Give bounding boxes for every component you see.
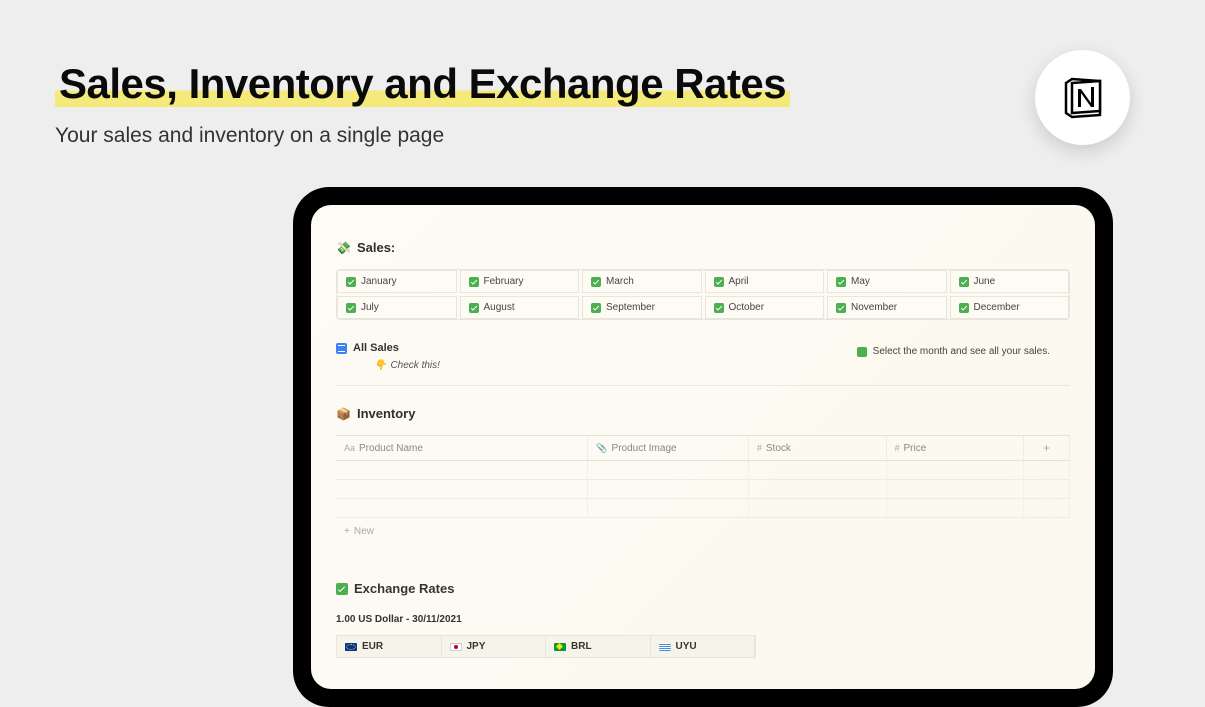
currency-label: UYU xyxy=(676,641,697,652)
table-row[interactable] xyxy=(336,480,1070,499)
inventory-table: Aa Product Name 📎 Product Image # Stock # Pr… xyxy=(336,435,1070,545)
currency-row: EUR JPY BRL UYU xyxy=(336,635,756,658)
number-icon: # xyxy=(757,443,762,453)
check-icon xyxy=(591,277,601,287)
currency-label: BRL xyxy=(571,641,592,652)
check-icon xyxy=(591,303,601,313)
month-label: July xyxy=(361,302,379,313)
text-icon: Aa xyxy=(344,443,355,453)
check-icon xyxy=(346,303,356,313)
tablet-frame: 💸 Sales: January February March April Ma… xyxy=(293,187,1113,707)
all-sales-label: All Sales xyxy=(353,342,399,354)
check-icon xyxy=(336,583,348,595)
exchange-title-text: Exchange Rates xyxy=(354,581,454,596)
check-icon xyxy=(469,303,479,313)
check-icon xyxy=(836,303,846,313)
flag-jp-icon xyxy=(450,643,462,651)
hint-icon xyxy=(857,347,867,357)
check-icon xyxy=(346,277,356,287)
flag-br-icon xyxy=(554,643,566,651)
col-label: Stock xyxy=(766,443,791,454)
sales-heading: 💸 Sales: xyxy=(336,240,1070,255)
hint-text: Select the month and see all your sales. xyxy=(873,346,1050,357)
month-december[interactable]: December xyxy=(950,296,1070,319)
sales-hint: Select the month and see all your sales. xyxy=(857,342,1070,357)
month-label: June xyxy=(974,276,996,287)
month-march[interactable]: March xyxy=(582,270,702,293)
number-icon: # xyxy=(895,443,900,453)
month-april[interactable]: April xyxy=(705,270,825,293)
exchange-heading: Exchange Rates xyxy=(336,581,1070,596)
currency-jpy[interactable]: JPY xyxy=(442,636,547,657)
page-title: Sales, Inventory and Exchange Rates xyxy=(55,60,790,107)
col-label: Price xyxy=(904,443,927,454)
inventory-title-text: Inventory xyxy=(357,406,416,421)
month-label: March xyxy=(606,276,634,287)
month-label: August xyxy=(484,302,515,313)
month-october[interactable]: October xyxy=(705,296,825,319)
month-february[interactable]: February xyxy=(460,270,580,293)
month-june[interactable]: June xyxy=(950,270,1070,293)
col-label: Product Image xyxy=(612,443,677,454)
month-january[interactable]: January xyxy=(337,270,457,293)
col-product-name[interactable]: Aa Product Name xyxy=(336,436,588,460)
month-november[interactable]: November xyxy=(827,296,947,319)
month-label: October xyxy=(729,302,765,313)
month-july[interactable]: July xyxy=(337,296,457,319)
notion-logo xyxy=(1035,50,1130,145)
new-label: New xyxy=(354,526,374,537)
month-label: February xyxy=(484,276,524,287)
check-icon xyxy=(959,303,969,313)
exchange-subtitle: 1.00 US Dollar - 30/11/2021 xyxy=(336,614,1070,625)
inventory-heading: 📦 Inventory xyxy=(336,406,1070,421)
month-august[interactable]: August xyxy=(460,296,580,319)
col-product-image[interactable]: 📎 Product Image xyxy=(588,436,749,460)
attachment-icon: 📎 xyxy=(596,443,607,454)
col-label: Product Name xyxy=(359,443,423,454)
month-label: January xyxy=(361,276,397,287)
page-subtitle: Your sales and inventory on a single pag… xyxy=(55,124,790,148)
currency-label: JPY xyxy=(467,641,486,652)
check-icon xyxy=(714,277,724,287)
check-icon xyxy=(959,277,969,287)
month-label: November xyxy=(851,302,897,313)
point-icon: 👇 xyxy=(374,360,386,371)
inventory-emoji-icon: 📦 xyxy=(336,407,351,421)
add-column-button[interactable]: + xyxy=(1024,436,1070,460)
check-icon xyxy=(836,277,846,287)
col-stock[interactable]: # Stock xyxy=(749,436,887,460)
currency-uyu[interactable]: UYU xyxy=(651,636,756,657)
check-icon xyxy=(714,303,724,313)
month-september[interactable]: September xyxy=(582,296,702,319)
currency-eur[interactable]: EUR xyxy=(337,636,442,657)
month-label: September xyxy=(606,302,655,313)
sales-title-text: Sales: xyxy=(357,240,395,255)
currency-label: EUR xyxy=(362,641,383,652)
all-sales-link[interactable]: All Sales xyxy=(336,342,440,354)
new-row-button[interactable]: + New xyxy=(336,518,1070,545)
month-label: May xyxy=(851,276,870,287)
flag-eu-icon xyxy=(345,643,357,651)
month-label: April xyxy=(729,276,749,287)
flag-uy-icon xyxy=(659,643,671,651)
app-screen: 💸 Sales: January February March April Ma… xyxy=(311,205,1095,689)
col-price[interactable]: # Price xyxy=(887,436,1025,460)
table-row[interactable] xyxy=(336,499,1070,518)
sales-emoji-icon: 💸 xyxy=(336,241,351,255)
check-this-hint: 👇 Check this! xyxy=(374,360,440,371)
currency-brl[interactable]: BRL xyxy=(546,636,651,657)
check-this-text: Check this! xyxy=(390,360,439,371)
table-row[interactable] xyxy=(336,461,1070,480)
note-icon xyxy=(336,343,347,354)
month-grid: January February March April May June Ju… xyxy=(336,269,1070,320)
check-icon xyxy=(469,277,479,287)
plus-icon: + xyxy=(344,526,350,537)
month-may[interactable]: May xyxy=(827,270,947,293)
month-label: December xyxy=(974,302,1020,313)
